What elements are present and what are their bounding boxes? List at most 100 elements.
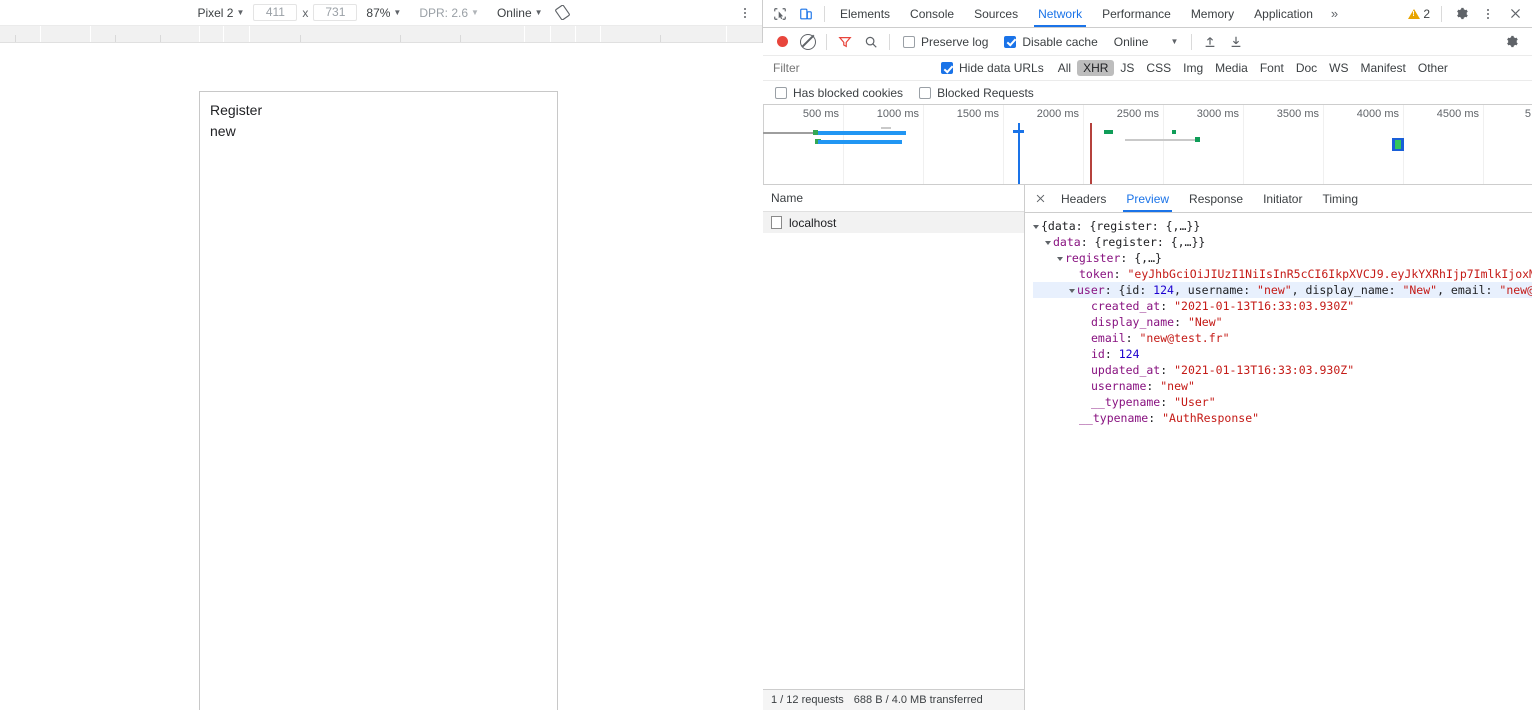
page-content: Register new [200,92,557,150]
device-toolbar-icon[interactable] [793,1,819,27]
json-line[interactable]: __typename: "AuthResponse" [1033,410,1532,426]
viewport-width-input[interactable] [253,4,298,21]
checkbox-box [775,86,787,99]
tab-console[interactable]: Console [900,1,964,27]
json-key: display_name [1091,315,1175,329]
has-blocked-cookies-checkbox[interactable]: Has blocked cookies [767,86,911,100]
type-filter-ws[interactable]: WS [1323,60,1354,76]
hide-data-urls-checkbox[interactable]: Hide data URLs [933,61,1052,75]
inspect-element-icon[interactable] [767,1,793,27]
warning-count-chip[interactable]: 2 [1403,7,1435,21]
json-line[interactable]: email: "new@test.fr" [1033,330,1532,346]
gear-icon[interactable] [1448,1,1474,27]
device-selector[interactable]: Pixel 2 ▼ [188,6,253,20]
zoom-selector[interactable]: 87% ▼ [357,6,410,20]
json-line[interactable]: id: 124 [1033,346,1532,362]
tab-elements[interactable]: Elements [830,1,900,27]
json-line[interactable]: user: {id: 124, username: "new", display… [1033,282,1532,298]
json-punctuation: , username: [1173,283,1258,297]
devtools-menu-icon[interactable] [1475,1,1501,27]
more-tabs-icon[interactable]: » [1323,6,1346,21]
type-filter-css[interactable]: CSS [1140,60,1177,76]
tab-performance[interactable]: Performance [1092,1,1181,27]
preserve-log-checkbox[interactable]: Preserve log [895,35,996,49]
type-filter-img[interactable]: Img [1177,60,1209,76]
record-stop-icon[interactable] [769,29,795,55]
disable-cache-checkbox[interactable]: Disable cache [996,35,1105,49]
overview-dcl-tick [1013,130,1024,133]
json-punctuation: : [1104,347,1119,361]
tab-initiator[interactable]: Initiator [1253,186,1312,212]
device-toolbar-menu-icon[interactable] [744,7,746,18]
search-icon[interactable] [858,29,884,55]
disclosure-triangle-icon[interactable] [1033,224,1039,229]
export-har-icon[interactable] [1223,29,1249,55]
json-line[interactable]: data: {register: {,…}} [1033,234,1532,250]
throttle-value: Online [496,5,532,20]
network-throttling-select[interactable]: Online ▼ [1106,35,1187,49]
type-filter-all[interactable]: All [1052,60,1077,76]
type-filter-doc[interactable]: Doc [1290,60,1323,76]
checkbox-box [941,62,953,74]
request-name: localhost [789,215,837,230]
json-key: created_at [1091,299,1161,313]
filter-input[interactable] [771,60,933,76]
tab-memory[interactable]: Memory [1181,1,1244,27]
json-line[interactable]: updated_at: "2021-01-13T16:33:03.930Z" [1033,362,1532,378]
tab-preview[interactable]: Preview [1116,186,1179,212]
json-line[interactable]: display_name: "New" [1033,314,1532,330]
type-filter-manifest[interactable]: Manifest [1355,60,1412,76]
page-username: new [210,123,236,139]
filter-funnel-icon[interactable] [832,29,858,55]
json-string-value: "New" [1187,315,1223,329]
device-viewport[interactable]: Register new [199,91,558,710]
network-overview-timeline[interactable]: 500 ms 1000 ms 1500 ms 2000 ms 2500 ms 3… [763,105,1532,185]
json-preview-tree[interactable]: {data: {register: {,…}} data: {register: … [1025,213,1532,710]
network-throttle-selector[interactable]: Online ▼ [488,6,552,20]
chevron-down-icon: ▼ [393,7,402,17]
dpr-selector[interactable]: DPR: 2.6 ▼ [410,6,488,20]
json-string-value: "eyJhbGciOiJIUzI1NiIsInR5cCI6IkpXVCJ9.ey… [1127,267,1532,281]
json-punctuation: {data: {register: {,…}} [1041,219,1201,233]
rotate-device-icon[interactable] [552,3,574,23]
json-line[interactable]: register: {,…} [1033,250,1532,266]
blocked-requests-checkbox[interactable]: Blocked Requests [911,86,1042,100]
table-row[interactable]: localhost [763,212,1024,233]
json-line[interactable]: username: "new" [1033,378,1532,394]
close-icon[interactable] [1029,188,1051,210]
disclosure-triangle-icon[interactable] [1045,240,1051,245]
tab-timing[interactable]: Timing [1312,186,1368,212]
type-filter-xhr[interactable]: XHR [1077,60,1115,76]
type-filter-font[interactable]: Font [1254,60,1290,76]
tab-sources[interactable]: Sources [964,1,1028,27]
json-punctuation: : {register: {,…}} [1080,235,1206,249]
import-har-icon[interactable] [1197,29,1223,55]
disclosure-triangle-icon[interactable] [1057,256,1063,261]
viewport-height-input[interactable] [313,4,358,21]
tab-headers[interactable]: Headers [1051,186,1116,212]
browser-window: Pixel 2 ▼ x 87% ▼ DPR: 2.6 ▼ Online ▼ [0,0,1532,710]
type-filter-media[interactable]: Media [1209,60,1254,76]
json-punctuation: : [1125,331,1140,345]
json-line[interactable]: {data: {register: {,…}} [1033,218,1532,234]
network-settings-gear-icon[interactable] [1498,29,1524,55]
json-string-value: "new" [1257,283,1292,297]
disable-cache-label: Disable cache [1022,34,1098,49]
tab-network[interactable]: Network [1028,1,1092,27]
overview-bar-request-5 [818,140,902,144]
close-icon[interactable] [1502,1,1528,27]
json-line[interactable]: __typename: "User" [1033,394,1532,410]
request-list-header[interactable]: Name [763,185,1024,212]
type-filter-js[interactable]: JS [1114,60,1140,76]
resource-type-filters: All XHR JS CSS Img Media Font Doc WS Man… [1052,60,1454,76]
tab-application[interactable]: Application [1244,1,1323,27]
json-line[interactable]: created_at: "2021-01-13T16:33:03.930Z" [1033,298,1532,314]
overview-tick-2000: 2000 ms [1036,108,1079,120]
tab-response[interactable]: Response [1179,186,1253,212]
disclosure-triangle-icon[interactable] [1069,288,1075,293]
type-filter-other[interactable]: Other [1412,60,1454,76]
json-key: username [1091,379,1147,393]
clear-network-icon[interactable] [795,29,821,55]
network-panels: Name localhost 1 / 12 requests 688 B / 4… [763,185,1532,710]
json-line[interactable]: token: "eyJhbGciOiJIUzI1NiIsInR5cCI6IkpX… [1033,266,1532,282]
